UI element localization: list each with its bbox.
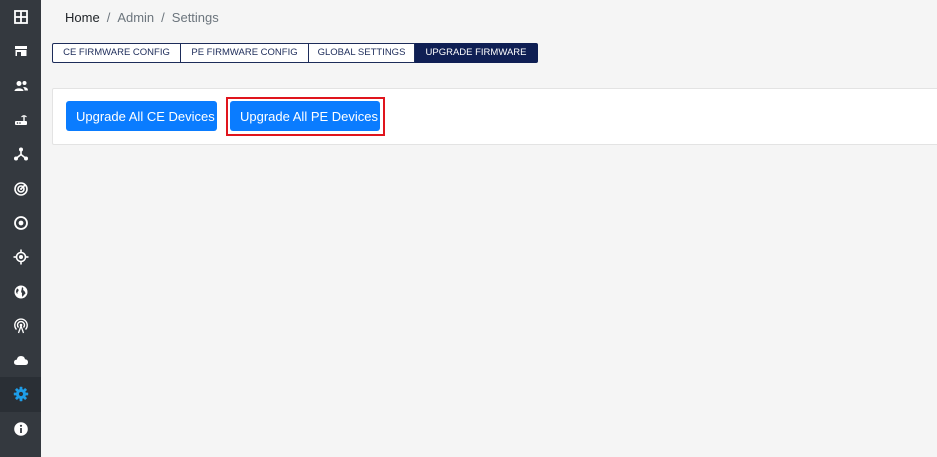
sidebar-item-location[interactable] — [0, 240, 41, 274]
sidebar-item-cloud[interactable] — [0, 343, 41, 377]
users-icon — [14, 80, 28, 91]
info-icon — [13, 421, 28, 436]
sidebar-item-target[interactable] — [0, 206, 41, 240]
sidebar-item-topology[interactable] — [0, 137, 41, 171]
storefront-icon — [14, 46, 27, 57]
radar-icon — [13, 181, 28, 196]
dashboard-grid-icon — [13, 10, 28, 25]
settings-tabs: CE FIRMWARE CONFIG PE FIRMWARE CONFIG GL… — [52, 43, 538, 63]
sidebar-item-wireless[interactable] — [0, 309, 41, 343]
gear-icon — [13, 387, 28, 402]
sidebar-item-settings[interactable] — [0, 377, 41, 412]
sidebar-item-info[interactable] — [0, 412, 41, 446]
breadcrumb-admin[interactable]: Admin — [117, 10, 154, 25]
breadcrumb: Home / Admin / Settings — [65, 10, 219, 25]
tab-upgrade-firmware[interactable]: UPGRADE FIRMWARE — [415, 43, 538, 63]
cloud-icon — [13, 356, 28, 366]
upgrade-all-ce-devices-button[interactable]: Upgrade All CE Devices — [66, 101, 217, 131]
sidebar-item-users[interactable] — [0, 69, 41, 103]
breadcrumb-separator: / — [106, 10, 111, 25]
tab-global-settings[interactable]: GLOBAL SETTINGS — [309, 43, 415, 63]
sidebar-item-store[interactable] — [0, 34, 41, 68]
main-content: Home / Admin / Settings CE FIRMWARE CONF… — [41, 0, 937, 457]
sidebar-item-devices[interactable] — [0, 103, 41, 137]
upgrade-all-pe-devices-button[interactable]: Upgrade All PE Devices — [230, 101, 380, 131]
breadcrumb-home[interactable]: Home — [65, 10, 100, 25]
target-circle-icon — [13, 216, 28, 230]
sidebar — [0, 0, 41, 457]
breadcrumb-current: Settings — [171, 10, 219, 25]
tab-ce-firmware-config[interactable]: CE FIRMWARE CONFIG — [52, 43, 181, 63]
breadcrumb-separator: / — [161, 10, 165, 25]
tab-pe-firmware-config[interactable]: PE FIRMWARE CONFIG — [181, 43, 309, 63]
globe-icon — [14, 285, 27, 299]
antenna-icon — [13, 318, 28, 334]
router-icon — [14, 115, 27, 126]
sidebar-item-monitoring[interactable] — [0, 171, 41, 205]
gps-location-icon — [13, 249, 28, 265]
network-topology-icon — [13, 147, 28, 161]
sidebar-item-dashboard[interactable] — [0, 0, 41, 34]
sidebar-item-globe[interactable] — [0, 274, 41, 308]
upgrade-actions-card: Upgrade All CE Devices Upgrade All PE De… — [52, 88, 937, 145]
